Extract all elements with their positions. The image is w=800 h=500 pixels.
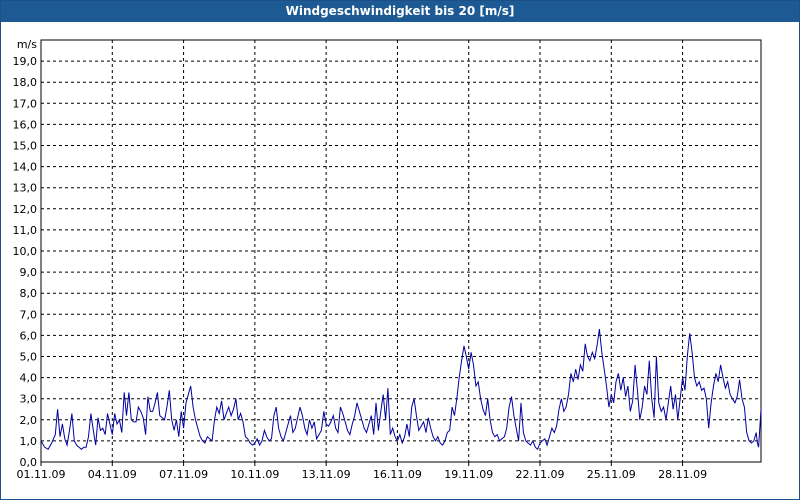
y-tick-label: 11,0	[13, 224, 38, 237]
y-axis: 0,01,02,03,04,05,06,07,08,09,010,011,012…	[13, 55, 38, 469]
y-tick-label: 1,0	[20, 435, 38, 448]
y-tick-label: 5,0	[20, 351, 38, 364]
y-tick-label: 6,0	[20, 329, 38, 342]
x-tick-label: 13.11.09	[302, 468, 351, 481]
x-tick-label: 16.11.09	[373, 468, 422, 481]
x-tick-label: 10.11.09	[230, 468, 279, 481]
chart-window: Windgeschwindigkeit bis 20 [m/s] 0,0 1,0 2…	[0, 0, 800, 500]
y-tick-label: 4,0	[20, 372, 38, 385]
x-tick-label: 28.11.09	[658, 468, 707, 481]
y-tick-label: 12,0	[13, 203, 38, 216]
y-tick-label: 9,0	[20, 266, 38, 279]
y-axis-label: m/s	[17, 38, 37, 51]
x-tick-label: 19.11.09	[444, 468, 493, 481]
grid-lines	[41, 40, 761, 462]
y-tick-label: 7,0	[20, 308, 38, 321]
chart-title: Windgeschwindigkeit bis 20 [m/s]	[1, 1, 799, 22]
x-tick-label: 22.11.09	[516, 468, 565, 481]
y-tick-label: 16,0	[13, 118, 38, 131]
wind-speed-chart: 0,01,02,03,04,05,06,07,08,09,010,011,012…	[13, 38, 762, 481]
x-tick-label: 07.11.09	[159, 468, 208, 481]
series-layer	[40, 329, 762, 451]
x-tick-label: 04.11.09	[88, 468, 137, 481]
y-tick-label: 17,0	[13, 97, 38, 110]
x-tick-label: 01.11.09	[17, 468, 66, 481]
y-tick-label: 10,0	[13, 245, 38, 258]
y-tick-label: 19,0	[13, 55, 38, 68]
y-tick-label: 8,0	[20, 287, 38, 300]
y-tick-label: 3,0	[20, 393, 38, 406]
x-axis: 01.11.09 04.11.09 07.11.09 10.11.09 13.11.09…	[17, 462, 707, 481]
y-tick-label: 13,0	[13, 182, 38, 195]
series-line	[40, 329, 762, 451]
x-tick-label: 25.11.09	[587, 468, 636, 481]
y-tick-label: 15,0	[13, 140, 38, 153]
y-tick-label: 18,0	[13, 76, 38, 89]
y-tick-label: 14,0	[13, 161, 38, 174]
y-tick-label: 2,0	[20, 414, 38, 427]
